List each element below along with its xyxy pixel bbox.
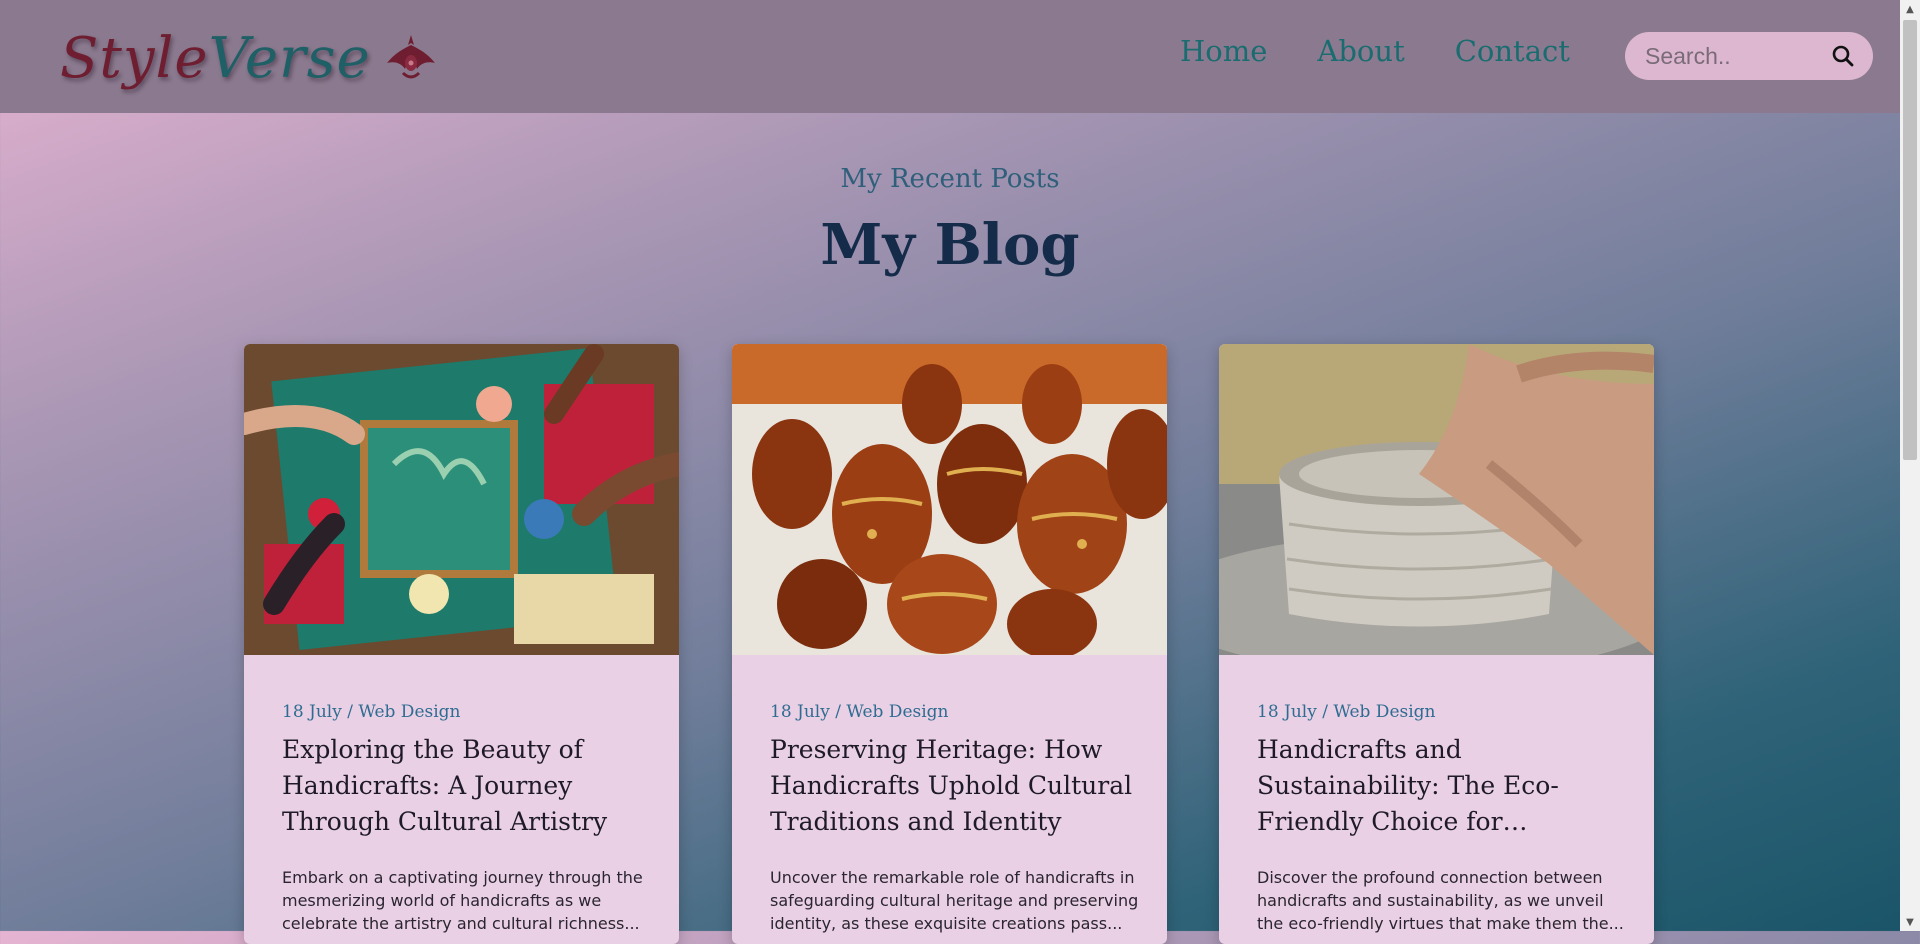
scrollbar-thumb[interactable]: [1903, 20, 1917, 460]
logo-text-verse: Verse: [208, 25, 371, 91]
scroll-down-arrow-icon[interactable]: ▼: [1900, 913, 1920, 931]
post-meta: 18 July / Web Design: [282, 702, 461, 722]
nav-home-link[interactable]: Home: [1180, 34, 1267, 68]
post-title[interactable]: Handicrafts and Sustainability: The Eco-…: [1257, 732, 1627, 840]
search-input[interactable]: [1643, 41, 1817, 71]
post-image-paper-crafts: [244, 344, 679, 655]
vertical-scrollbar[interactable]: ▲ ▼: [1900, 0, 1920, 931]
blog-card-1[interactable]: 18 July / Web Design Exploring the Beaut…: [244, 344, 679, 944]
post-image-pottery-jugs: [732, 344, 1167, 655]
post-meta: 18 July / Web Design: [1257, 702, 1436, 722]
page-title: My Blog: [820, 212, 1080, 278]
post-title[interactable]: Exploring the Beauty of Handicrafts: A J…: [282, 732, 652, 840]
post-meta: 18 July / Web Design: [770, 702, 949, 722]
logo-text-style: Style: [60, 25, 209, 91]
scroll-up-arrow-icon[interactable]: ▲: [1900, 0, 1920, 18]
navbar: Style Verse Home About Contact: [0, 0, 1900, 113]
nav-about-link[interactable]: About: [1317, 34, 1404, 68]
ornament-icon: [386, 35, 435, 79]
search-icon[interactable]: [1831, 44, 1855, 68]
post-image-pottery-wheel: [1219, 344, 1654, 655]
blog-card-3[interactable]: 18 July / Web Design Handicrafts and Sus…: [1219, 344, 1654, 944]
post-excerpt: Discover the profound connection between…: [1257, 868, 1624, 933]
site-logo[interactable]: Style Verse: [60, 18, 439, 98]
section-subtitle: My Recent Posts: [840, 164, 1060, 194]
nav-menu: Home About Contact: [1180, 34, 1570, 68]
post-excerpt: Uncover the remarkable role of handicraf…: [770, 868, 1139, 933]
post-excerpt: Embark on a captivating journey through …: [282, 868, 643, 933]
search-box: [1625, 32, 1873, 80]
nav-contact-link[interactable]: Contact: [1455, 34, 1570, 68]
post-title[interactable]: Preserving Heritage: How Handicrafts Uph…: [770, 732, 1140, 840]
blog-card-2[interactable]: 18 July / Web Design Preserving Heritage…: [732, 344, 1167, 944]
